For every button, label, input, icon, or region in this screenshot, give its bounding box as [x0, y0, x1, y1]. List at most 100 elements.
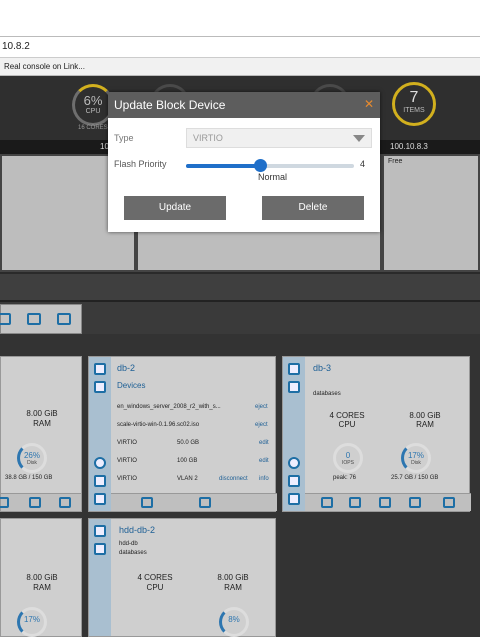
console-icon[interactable]	[94, 363, 106, 375]
eject-link[interactable]: eject	[255, 422, 268, 428]
edit-link[interactable]: edit	[259, 458, 269, 464]
type-select[interactable]: VIRTIO	[186, 128, 372, 148]
items-value: 7	[409, 89, 419, 106]
delete-icon[interactable]	[0, 497, 9, 508]
console-link-bar: Real console on Link...	[0, 58, 480, 76]
device-name: en_windows_server_2008_r2_with_s...	[117, 404, 221, 410]
vm-card-db-3[interactable]: db-3 databases 4 CORES CPU 8.00 GiB RAM …	[282, 356, 471, 512]
close-icon[interactable]: ✕	[364, 97, 374, 111]
disk-label: Disk	[27, 460, 37, 466]
device-name: VIRTIO	[117, 458, 137, 464]
vm-name: hdd-db-2	[119, 525, 156, 535]
ram-value: 8.00 GiB	[217, 573, 249, 582]
items-gauge[interactable]: 7 ITEMS	[392, 82, 436, 126]
gear-icon[interactable]	[288, 475, 300, 487]
disk-percent: 8%	[228, 615, 240, 624]
console-link[interactable]: Real console on Link...	[4, 62, 85, 71]
delete-icon[interactable]	[0, 313, 11, 325]
console-icon[interactable]	[288, 363, 300, 375]
flash-priority-slider[interactable]	[186, 159, 354, 172]
device-name: VIRTIO	[117, 440, 137, 446]
vm-description: databases	[313, 391, 341, 397]
terminal-icon[interactable]	[94, 543, 106, 555]
card-sidebar	[89, 519, 111, 636]
migrate-icon[interactable]	[349, 497, 361, 508]
disconnect-link[interactable]: disconnect	[219, 476, 248, 482]
card-actions	[305, 493, 471, 511]
vm-card[interactable]: 8.00 GiB RAM 26% Disk 38.8 GB / 150 GB	[0, 356, 82, 512]
eject-link[interactable]: eject	[255, 404, 268, 410]
iops-label: IOPS	[342, 460, 354, 466]
card-sidebar	[89, 357, 111, 511]
vm-description: databases	[119, 550, 147, 556]
card-toolbar	[0, 304, 82, 334]
iops-gauge: 0 IOPS	[333, 443, 363, 473]
vm-card[interactable]: 8.00 GiB RAM 17%	[0, 518, 82, 637]
clone-icon[interactable]	[29, 497, 41, 508]
delete-icon[interactable]	[379, 497, 391, 508]
flash-priority-description: Normal	[258, 172, 288, 182]
card-actions	[111, 493, 277, 511]
browser-top	[0, 0, 480, 36]
snapshot-icon[interactable]	[57, 313, 71, 325]
network-add-icon[interactable]	[199, 497, 211, 508]
vm-card-db-2[interactable]: db-2 Devices en_windows_server_2008_r2_w…	[88, 356, 277, 512]
ram-label: RAM	[33, 419, 51, 428]
snapshot-icon[interactable]	[59, 497, 71, 508]
device-row: VIRTIO 100 GB edit	[117, 458, 269, 464]
device-size: 100 GB	[177, 458, 198, 464]
gear-icon[interactable]	[94, 475, 106, 487]
ram-value: 8.00 GiB	[26, 409, 58, 418]
device-row: scale-virtio-win-0.1.96.sc02.iso eject	[117, 422, 268, 428]
clone-icon[interactable]	[27, 313, 41, 325]
disk-percent: 17%	[23, 615, 40, 624]
cpu-label: CPU	[146, 583, 164, 592]
vm-name: db-3	[313, 363, 332, 373]
disk-add-icon[interactable]	[141, 497, 153, 508]
node-free-label: Free	[388, 158, 403, 165]
layers-icon[interactable]	[94, 493, 106, 505]
terminal-icon[interactable]	[94, 381, 106, 393]
chevron-down-icon	[353, 135, 365, 142]
snapshot-icon[interactable]	[443, 497, 455, 508]
cpu-label: CPU	[338, 420, 356, 429]
cores-label: 16 CORES	[78, 125, 108, 131]
disk-label: Disk	[411, 460, 421, 466]
vm-name: db-2	[117, 363, 136, 373]
layers-icon[interactable]	[288, 493, 300, 505]
disk-gauge: 26% Disk	[17, 443, 47, 473]
vm-subname: hdd-db	[119, 541, 138, 547]
vm-card-hdd-db-2[interactable]: hdd-db-2 hdd-db databases 4 CORES CPU 8.…	[88, 518, 276, 637]
dialog-header: Update Block Device ✕	[108, 92, 380, 118]
device-name: scale-virtio-win-0.1.96.sc02.iso	[117, 422, 200, 428]
iops-peak: peak: 76	[333, 475, 357, 481]
ram-value: 8.00 GiB	[26, 573, 58, 582]
cpu-label: CPU	[85, 108, 101, 115]
clone-icon[interactable]	[409, 497, 421, 508]
info-link[interactable]: info	[259, 476, 269, 482]
power-icon[interactable]	[288, 457, 300, 469]
disk-gauge: 17% Disk	[401, 443, 431, 473]
update-button[interactable]: Update	[124, 196, 226, 220]
dialog-title: Update Block Device	[114, 98, 226, 112]
edit-link[interactable]: edit	[259, 440, 269, 446]
terminal-icon[interactable]	[288, 381, 300, 393]
cpu-value: 4 CORES	[329, 411, 365, 420]
ram-label: RAM	[224, 583, 242, 592]
device-vlan: VLAN 2	[177, 476, 198, 482]
cpu-value: 4 CORES	[137, 573, 173, 582]
delete-button[interactable]: Delete	[262, 196, 364, 220]
disk-gauge: 17%	[17, 607, 47, 637]
type-value: VIRTIO	[193, 133, 223, 143]
power-icon[interactable]	[94, 457, 106, 469]
address-bar[interactable]: 10.8.2	[0, 36, 480, 58]
console-icon[interactable]	[94, 525, 106, 537]
flash-priority-value: 4	[360, 159, 366, 169]
node-box[interactable]	[382, 154, 480, 272]
wrench-icon[interactable]	[321, 497, 333, 508]
slider-handle[interactable]	[253, 159, 267, 172]
update-block-device-dialog: Update Block Device ✕ Type VIRTIO Flash …	[108, 92, 380, 232]
ram-label: RAM	[416, 420, 434, 429]
devices-header: Devices	[117, 381, 146, 390]
disk-gauge: 8%	[219, 607, 249, 637]
